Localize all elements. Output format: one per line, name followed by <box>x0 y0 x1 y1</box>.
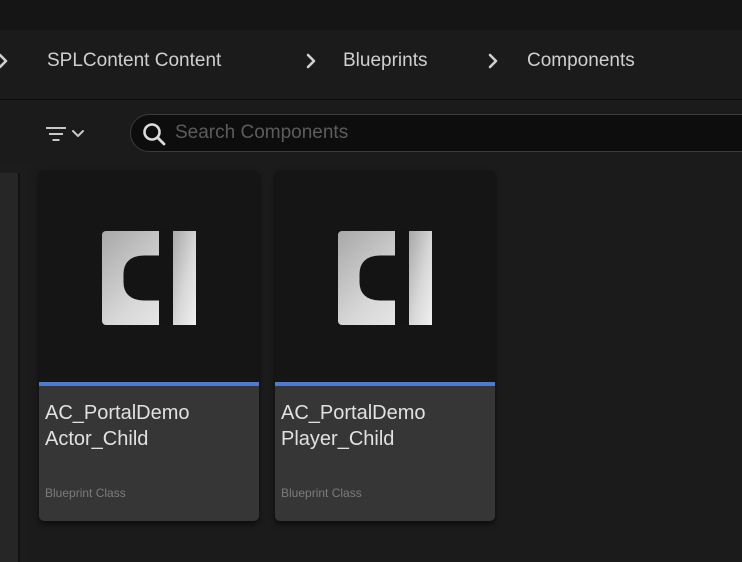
breadcrumb-item-blueprints[interactable]: Blueprints <box>343 49 428 73</box>
chevron-down-icon <box>72 130 84 137</box>
asset-info: AC_PortalDemo Actor_Child Blueprint Clas… <box>39 386 259 521</box>
asset-thumbnail <box>275 170 495 382</box>
title-bar <box>0 0 742 30</box>
asset-name: AC_PortalDemo Actor_Child <box>45 402 190 450</box>
asset-type-label: Blueprint Class <box>45 486 126 500</box>
component-blueprint-icon <box>338 230 432 326</box>
chevron-right-icon[interactable] <box>487 52 499 70</box>
filter-button[interactable] <box>44 119 110 149</box>
search-icon <box>143 123 166 146</box>
chevron-right-icon[interactable] <box>0 52 9 70</box>
asset-tile[interactable]: AC_PortalDemo Player_Child Blueprint Cla… <box>275 170 495 521</box>
asset-grid: AC_PortalDemo Actor_Child Blueprint Clas… <box>30 165 742 562</box>
search-box[interactable] <box>130 114 742 152</box>
asset-tile[interactable]: AC_PortalDemo Actor_Child Blueprint Clas… <box>39 170 259 521</box>
component-blueprint-icon <box>102 230 196 326</box>
asset-type-label: Blueprint Class <box>281 486 362 500</box>
breadcrumb: SPLContent Content Blueprints Components <box>0 30 742 100</box>
toolbar <box>0 100 742 165</box>
chevron-right-icon[interactable] <box>305 52 317 70</box>
asset-name: AC_PortalDemo Player_Child <box>281 402 426 450</box>
asset-info: AC_PortalDemo Player_Child Blueprint Cla… <box>275 386 495 521</box>
left-panel-edge[interactable] <box>0 173 20 562</box>
left-panel-collapsed <box>0 165 30 562</box>
asset-thumbnail <box>39 170 259 382</box>
search-input[interactable] <box>175 115 735 151</box>
breadcrumb-item-splcontent[interactable]: SPLContent Content <box>47 49 221 73</box>
filter-icon <box>46 127 66 141</box>
breadcrumb-item-components[interactable]: Components <box>527 49 635 73</box>
